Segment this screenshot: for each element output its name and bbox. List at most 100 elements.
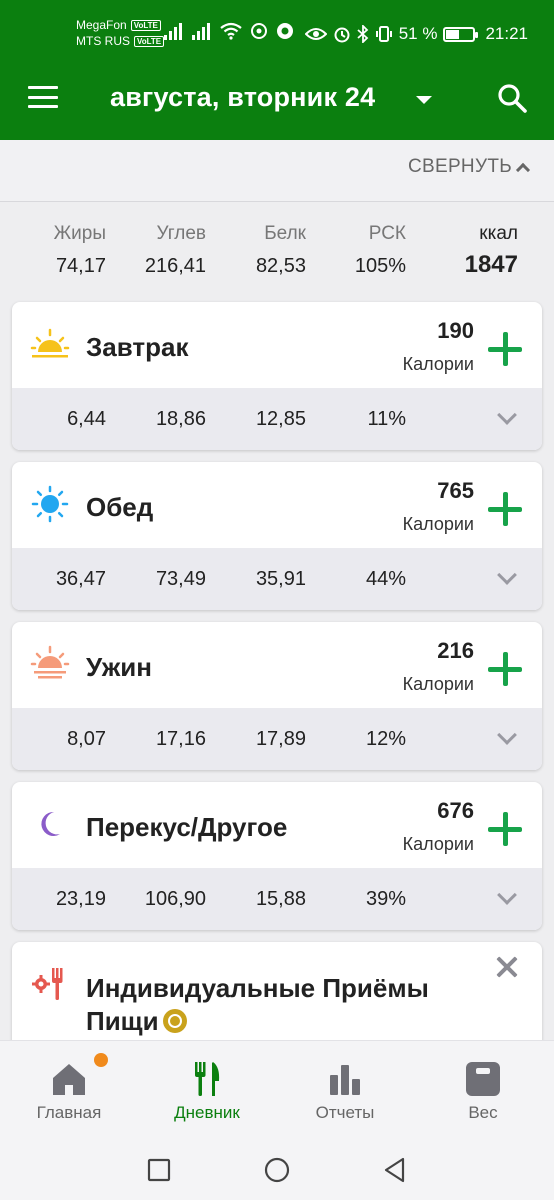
eye-icon [304,28,327,40]
search-icon[interactable] [496,82,528,114]
add-food-button[interactable] [488,812,522,846]
add-food-button[interactable] [488,652,522,686]
system-navigation [0,1138,554,1200]
notification-dot [94,1053,108,1067]
sunset-icon [30,645,70,679]
chrome-icon [277,23,293,39]
scale-icon [466,1062,500,1096]
meal-fat: 6,44 [67,408,106,430]
volte-badge: VoLTE [130,19,161,31]
add-food-button[interactable] [488,492,522,526]
total-carbs: Углев 216,41 [145,223,206,278]
chevron-down-icon[interactable] [497,725,517,745]
total-carbs-label: Углев [156,223,206,244]
back-triangle-icon[interactable] [382,1157,408,1183]
meal-protein: 17,89 [255,728,306,750]
cutlery-gear-icon [32,968,63,1000]
meal-fat: 8,07 [67,728,106,750]
meal-card-lunch[interactable]: Обед 765 Калории 36,47 73,49 35,91 44% [12,462,542,610]
custom-meals-card[interactable]: Индивидуальные Приёмы Пищи [12,942,542,1052]
chevron-down-icon[interactable] [497,565,517,585]
sun-icon [31,485,69,523]
custom-meals-title-line1: Индивидуальные Приёмы [86,973,429,1003]
meal-carbs: 73,49 [155,568,206,590]
nav-reports[interactable]: Отчеты [276,1041,414,1139]
meal-macros-row[interactable]: 6,44 18,86 12,85 11% [12,388,542,450]
meal-name: Обед [86,492,154,522]
calories-label: Калории [402,674,474,694]
nav-diary-label: Дневник [174,1103,240,1122]
status-bar: MegaFon VoLTE MTS RUS VoLTE 51 % 21:21 [0,0,554,56]
add-food-button[interactable] [488,332,522,366]
nav-home[interactable]: Главная [0,1041,138,1139]
meal-fat: 36,47 [55,568,106,590]
signal-icon [164,23,182,40]
meal-protein: 12,85 [255,408,306,430]
nav-reports-label: Отчеты [315,1103,375,1122]
meal-protein: 15,88 [255,888,306,910]
custom-meals-title-line2: Пищи [86,1006,159,1036]
total-kcal: ккал 1847 [465,223,518,279]
menu-icon[interactable] [28,86,58,108]
total-rdi-label: РСК [368,223,406,244]
meal-protein: 35,91 [255,568,306,590]
calories-label: Калории [402,354,474,374]
custom-meals-title: Индивидуальные Приёмы Пищи [86,972,466,1038]
moon-icon [41,811,60,836]
meal-card-snack[interactable]: Перекус/Другое 676 Калории 23,19 106,90 … [12,782,542,930]
sunrise-icon [30,328,70,358]
recents-icon[interactable] [146,1157,172,1183]
bar-chart-icon [330,1065,360,1095]
home-icon [53,1064,85,1095]
bottom-navigation: Главная Дневник Отчеты Вес [0,1040,554,1138]
chevron-down-icon[interactable] [497,885,517,905]
chevron-down-icon[interactable] [497,405,517,425]
home-circle-icon[interactable] [264,1157,290,1183]
collapse-row: СВЕРНУТЬ [0,140,554,202]
meal-calories: 765 [437,478,474,503]
total-kcal-label: ккал [479,223,518,244]
meal-name: Ужин [86,652,152,682]
sync-icon [251,23,267,39]
meal-macros-row[interactable]: 23,19 106,90 15,88 39% [12,868,542,930]
nav-weight[interactable]: Вес [414,1041,552,1139]
meal-rdi: 44% [365,568,406,590]
wifi-icon [220,22,242,40]
total-fat: Жиры 74,17 [54,223,106,278]
carrier-2: MTS RUS [76,34,130,48]
dropdown-caret-icon[interactable] [416,96,432,104]
carrier-info: MegaFon VoLTE MTS RUS VoLTE [76,17,165,49]
meal-carbs: 18,86 [155,408,206,430]
close-icon[interactable] [496,956,518,978]
total-kcal-value: 1847 [464,251,518,278]
total-carbs-value: 216,41 [144,255,206,277]
battery-percent: 51 % [398,24,438,43]
signal-icons [164,22,294,40]
meal-macros-row[interactable]: 36,47 73,49 35,91 44% [12,548,542,610]
nav-home-label: Главная [36,1103,102,1122]
meal-carbs: 106,90 [144,888,206,910]
fork-knife-icon [195,1062,220,1096]
meal-carbs: 17,16 [155,728,206,750]
bluetooth-icon [357,25,369,43]
volte-badge: VoLTE [134,35,165,47]
battery-icon [443,26,479,42]
collapse-button[interactable]: СВЕРНУТЬ [407,156,531,178]
signal-icon [192,23,210,40]
meal-calories: 216 [437,638,474,663]
status-right: 51 % 21:21 [304,24,528,44]
total-fat-label: Жиры [53,223,106,244]
meal-calories: 676 [437,798,474,823]
collapse-label: СВЕРНУТЬ [407,156,512,177]
meal-macros-row[interactable]: 8,07 17,16 17,89 12% [12,708,542,770]
meal-calories: 190 [437,318,474,343]
meal-rdi: 12% [365,728,406,750]
nav-diary[interactable]: Дневник [138,1041,276,1139]
carrier-1: MegaFon [76,18,127,32]
total-rdi: РСК 105% [355,223,406,278]
meal-card-dinner[interactable]: Ужин 216 Калории 8,07 17,16 17,89 12% [12,622,542,770]
chevron-up-icon [515,162,531,178]
meal-card-breakfast[interactable]: Завтрак 190 Калории 6,44 18,86 12,85 11% [12,302,542,450]
meal-rdi: 39% [365,888,406,910]
date-selector[interactable]: августа, вторник 24 [110,82,375,113]
